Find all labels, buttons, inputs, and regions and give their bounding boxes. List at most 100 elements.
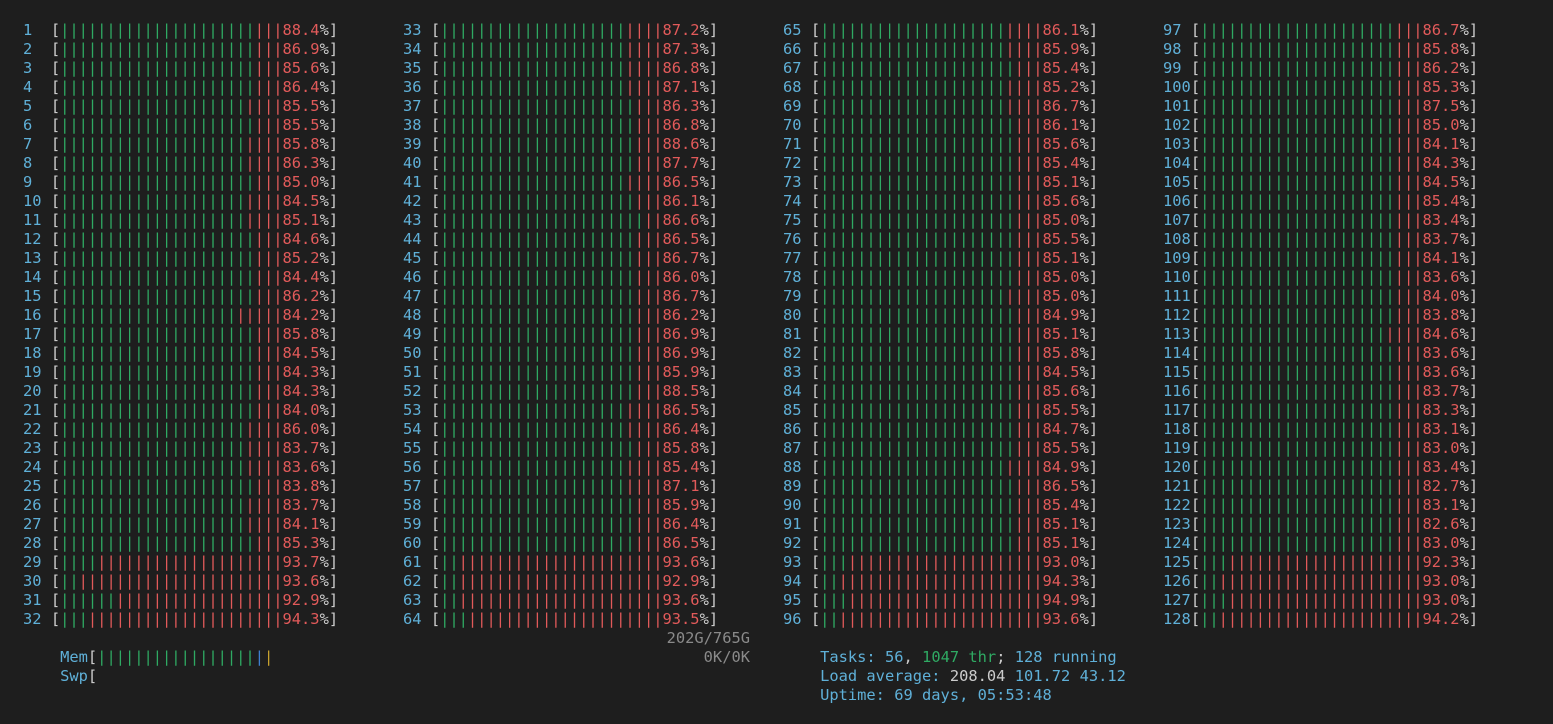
cpu-percent: 93.0 [1422,572,1460,590]
cpu-percent: 83.3 [1422,401,1460,419]
bar-kernel-segment: ||| [1394,192,1423,210]
cpu-meter: 31 [||||||||||||||||||||||||92.9%] [23,591,338,610]
bracket-open: [ [430,173,441,191]
cpu-usage-bar: |||||||||||||||||||||||| [440,78,662,97]
swp-value: 0K/0K [703,648,750,666]
bar-normal-segment: ||||||||||||||||||||| [1200,21,1395,39]
bar-kernel-segment: |||||||||||||||||||||| [458,591,663,609]
bar-normal-segment: ||||||||||||||||||||| [820,496,1015,514]
bar-kernel-segment: |||| [245,192,283,210]
bar-kernel-segment: ||||||||||||||||||||| [847,591,1043,609]
bracket-open: [ [430,458,441,476]
cpu-usage-bar: |||||||||||||||||||||||| [440,40,662,59]
cpu-percent: 86.1 [1042,21,1080,39]
cpu-percent: 85.5 [282,97,320,115]
bar-normal-segment: |||||||||||||||||||| [820,21,1006,39]
cpu-percent: 93.0 [1042,553,1080,571]
bar-kernel-segment: |||||||||||||||||||||| [838,610,1043,628]
bar-kernel-segment: ||| [1014,306,1043,324]
cpu-meter: 82 [||||||||||||||||||||||||85.8%] [783,344,1098,363]
cpu-meter: 95 [||||||||||||||||||||||||94.9%] [783,591,1098,610]
cpu-percent: 93.5 [662,610,700,628]
cpu-percent: 86.2 [282,287,320,305]
bracket-open: [ [430,211,441,229]
bar-kernel-segment: |||||||||||||||||||||| [1218,610,1423,628]
bar-normal-segment: |||||||||||||||||||| [440,173,626,191]
bar-normal-segment: |||||||||||||||||||| [440,477,626,495]
cpu-number: 67 [783,59,811,77]
cpu-number: 64 [403,610,431,628]
cpu-usage-bar: |||||||||||||||||||||||| [820,363,1042,382]
cpu-meter: 5 [||||||||||||||||||||||||85.5%] [23,97,338,116]
cpu-number: 37 [403,97,431,115]
cpu-usage-bar: |||||||||||||||||||||||| [440,211,662,230]
percent-sign: %] [699,306,719,324]
cpu-percent: 84.3 [282,382,320,400]
bracket-open: [ [50,40,61,58]
bar-kernel-segment: ||| [634,325,663,343]
bar-normal-segment: ||||||||||||||||||||| [60,59,255,77]
bar-normal-segment: ||||||||||||||||||| [60,306,237,324]
cpu-meter: 87 [||||||||||||||||||||||||85.5%] [783,439,1098,458]
cpu-number: 59 [403,515,431,533]
cpu-percent: 85.9 [662,496,700,514]
cpu-meter: 21 [||||||||||||||||||||||||84.0%] [23,401,338,420]
cpu-usage-bar: |||||||||||||||||||||||| [440,439,662,458]
percent-sign: %] [1459,135,1479,153]
cpu-percent: 83.7 [282,439,320,457]
bar-normal-segment: ||||||||||||||||||||| [60,268,255,286]
cpu-meter: 59 [||||||||||||||||||||||||86.4%] [403,515,718,534]
bracket-open: [ [1190,230,1201,248]
bar-kernel-segment: |||| [625,477,663,495]
bar-normal-segment: ||||||||||||||||||||| [60,21,255,39]
percent-sign: %] [319,534,339,552]
cpu-usage-bar: |||||||||||||||||||||||| [1200,572,1422,591]
percent-sign: %] [699,401,719,419]
cpu-percent: 83.7 [282,496,320,514]
bracket-open: [ [1190,21,1201,39]
percent-sign: %] [1079,363,1099,381]
cpu-number: 61 [403,553,431,571]
cpu-percent: 86.3 [662,97,700,115]
percent-sign: %] [1459,268,1479,286]
percent-sign: %] [1079,116,1099,134]
cpu-percent: 87.7 [662,154,700,172]
cpu-percent: 85.1 [1042,534,1080,552]
bar-kernel-segment: ||||||||||||||||||||| [467,610,663,628]
bracket-open: [ [1190,154,1201,172]
bar-normal-segment: ||||||||||||||||||||| [60,287,255,305]
percent-sign: %] [319,135,339,153]
mem-bar-segment: ||||||||||||||||| [97,648,255,666]
cpu-usage-bar: |||||||||||||||||||||||| [1200,325,1422,344]
cpu-usage-bar: |||||||||||||||||||||||| [1200,40,1422,59]
cpu-percent: 84.5 [282,192,320,210]
cpu-usage-bar: |||||||||||||||||||||||| [820,173,1042,192]
bracket-open: [ [810,306,821,324]
bracket-open: [ [50,192,61,210]
bar-kernel-segment: |||||||||||||||||||||| [838,572,1043,590]
percent-sign: %] [699,439,719,457]
percent-sign: %] [699,59,719,77]
cpu-meter: 69 [||||||||||||||||||||||||86.7%] [783,97,1098,116]
bar-kernel-segment: |||||||||||||||||| [115,591,283,609]
cpu-number: 103 [1163,135,1191,153]
bar-normal-segment: |||||||||||||||||||| [60,458,246,476]
cpu-percent: 85.4 [1042,154,1080,172]
cpu-meter: 75 [||||||||||||||||||||||||85.0%] [783,211,1098,230]
cpu-number: 2 [23,40,51,58]
cpu-usage-bar: |||||||||||||||||||||||| [1200,268,1422,287]
bracket-open: [ [810,572,821,590]
cpu-meter: 43 [||||||||||||||||||||||||86.6%] [403,211,718,230]
cpu-meter: 34 [||||||||||||||||||||||||87.3%] [403,40,718,59]
percent-sign: %] [1079,477,1099,495]
bar-normal-segment: |||||||||||||||||||| [440,59,626,77]
cpu-meter: 124[||||||||||||||||||||||||83.0%] [1163,534,1478,553]
cpu-number: 95 [783,591,811,609]
bracket-open: [ [430,192,441,210]
cpu-percent: 83.0 [1422,534,1460,552]
percent-sign: %] [1079,249,1099,267]
bar-normal-segment: ||||||||||||||||||||| [440,249,635,267]
bar-kernel-segment: ||| [634,230,663,248]
cpu-meter: 67 [||||||||||||||||||||||||85.4%] [783,59,1098,78]
bar-normal-segment: ||||||||||||||||||||| [1200,192,1395,210]
